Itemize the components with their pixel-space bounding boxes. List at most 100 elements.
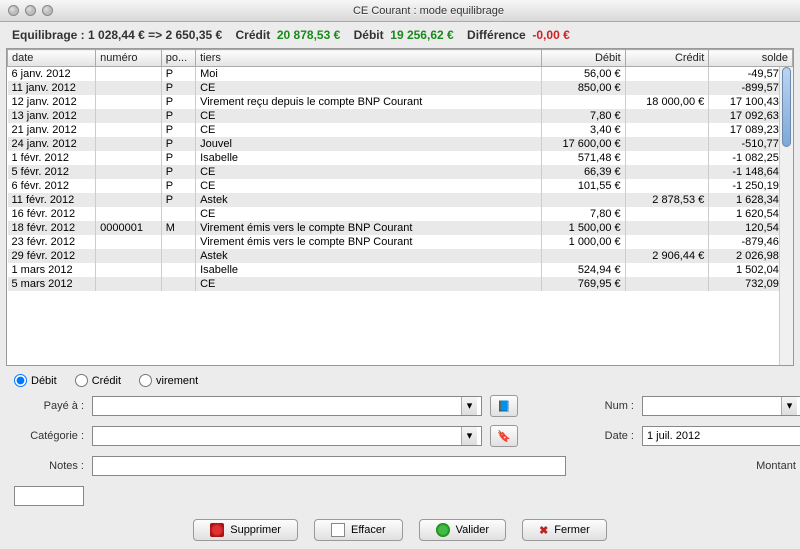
cell-numero <box>96 207 162 221</box>
cell-numero <box>96 263 162 277</box>
table-row[interactable]: 1 févr. 2012PIsabelle571,48 €-1 082,25 € <box>8 151 793 165</box>
cell-credit <box>625 137 709 151</box>
cell-debit: 571,48 € <box>542 151 626 165</box>
cell-credit <box>625 221 709 235</box>
transactions-table-wrap: date numéro po... tiers Débit Crédit sol… <box>6 48 794 366</box>
cell-po: P <box>161 81 195 95</box>
table-row[interactable]: 12 janv. 2012PVirement reçu depuis le co… <box>8 95 793 109</box>
fermer-button[interactable]: ✖Fermer <box>522 519 607 541</box>
cell-tiers: Astek <box>196 249 542 263</box>
col-po[interactable]: po... <box>161 50 195 67</box>
cell-po: P <box>161 165 195 179</box>
table-row[interactable]: 16 févr. 2012CE7,80 €1 620,54 € <box>8 207 793 221</box>
cell-tiers: Virement reçu depuis le compte BNP Coura… <box>196 95 542 109</box>
table-row[interactable]: 21 janv. 2012PCE3,40 €17 089,23 € <box>8 123 793 137</box>
cell-numero <box>96 277 162 291</box>
table-row[interactable]: 5 mars 2012CE769,95 €732,09 € <box>8 277 793 291</box>
montant-field[interactable] <box>14 486 84 506</box>
cell-tiers: Jouvel <box>196 137 542 151</box>
table-row[interactable]: 24 janv. 2012PJouvel17 600,00 €-510,77 € <box>8 137 793 151</box>
date-field[interactable] <box>642 426 800 446</box>
effacer-button[interactable]: Effacer <box>314 519 403 541</box>
cell-tiers: CE <box>196 277 542 291</box>
cell-date: 18 févr. 2012 <box>8 221 96 235</box>
traffic-lights <box>8 5 53 16</box>
equilibrage-to: 2 650,35 € <box>165 28 222 42</box>
cell-date: 21 janv. 2012 <box>8 123 96 137</box>
col-debit[interactable]: Débit <box>542 50 626 67</box>
cell-numero <box>96 95 162 109</box>
chevron-down-icon: ▾ <box>461 427 477 445</box>
chevron-down-icon: ▾ <box>781 397 797 415</box>
minimize-window-icon[interactable] <box>25 5 36 16</box>
check-icon <box>436 523 450 537</box>
cell-date: 1 mars 2012 <box>8 263 96 277</box>
trash-icon <box>210 523 224 537</box>
cell-numero <box>96 109 162 123</box>
table-row[interactable]: 6 févr. 2012PCE101,55 €-1 250,19 € <box>8 179 793 193</box>
cell-credit <box>625 109 709 123</box>
cell-debit: 17 600,00 € <box>542 137 626 151</box>
debit-value: 19 256,62 € <box>390 28 453 42</box>
valider-button[interactable]: Valider <box>419 519 506 541</box>
titlebar: CE Courant : mode equilibrage <box>0 0 800 22</box>
col-solde[interactable]: solde <box>709 50 793 67</box>
cell-date: 11 févr. 2012 <box>8 193 96 207</box>
cell-debit: 66,39 € <box>542 165 626 179</box>
book-icon-button[interactable]: 📘 <box>490 395 518 417</box>
zoom-window-icon[interactable] <box>42 5 53 16</box>
cell-debit: 7,80 € <box>542 207 626 221</box>
table-row[interactable]: 13 janv. 2012PCE7,80 €17 092,63 € <box>8 109 793 123</box>
cell-po <box>161 235 195 249</box>
cell-numero <box>96 81 162 95</box>
paye-label: Payé à : <box>14 400 84 412</box>
tag-icon-button[interactable]: 🔖 <box>490 425 518 447</box>
categorie-combo[interactable]: ▾ <box>92 426 482 446</box>
cell-credit: 2 878,53 € <box>625 193 709 207</box>
cell-credit <box>625 151 709 165</box>
transactions-table[interactable]: date numéro po... tiers Débit Crédit sol… <box>7 49 793 291</box>
table-row[interactable]: 6 janv. 2012PMoi56,00 €-49,57 € <box>8 67 793 82</box>
cell-po <box>161 277 195 291</box>
cell-po: P <box>161 67 195 82</box>
col-credit[interactable]: Crédit <box>625 50 709 67</box>
scrollbar-thumb[interactable] <box>782 67 791 147</box>
cell-numero <box>96 249 162 263</box>
cell-tiers: CE <box>196 109 542 123</box>
table-row[interactable]: 23 févr. 2012Virement émis vers le compt… <box>8 235 793 249</box>
table-row[interactable]: 11 févr. 2012PAstek2 878,53 €1 628,34 € <box>8 193 793 207</box>
cell-numero <box>96 235 162 249</box>
cell-date: 12 janv. 2012 <box>8 95 96 109</box>
table-row[interactable]: 5 févr. 2012PCE66,39 €-1 148,64 € <box>8 165 793 179</box>
cell-credit <box>625 207 709 221</box>
col-numero[interactable]: numéro <box>96 50 162 67</box>
cell-tiers: Isabelle <box>196 151 542 165</box>
num-combo[interactable]: ▾ <box>642 396 800 416</box>
paye-combo[interactable]: ▾ <box>92 396 482 416</box>
close-icon: ✖ <box>539 524 548 537</box>
categorie-label: Catégorie : <box>14 430 84 442</box>
cell-date: 5 févr. 2012 <box>8 165 96 179</box>
table-row[interactable]: 11 janv. 2012PCE850,00 €-899,57 € <box>8 81 793 95</box>
cell-numero: 0000001 <box>96 221 162 235</box>
cell-debit: 3,40 € <box>542 123 626 137</box>
vertical-scrollbar[interactable] <box>779 67 793 365</box>
cell-po: P <box>161 193 195 207</box>
close-window-icon[interactable] <box>8 5 19 16</box>
cell-numero <box>96 67 162 82</box>
table-row[interactable]: 18 févr. 20120000001MVirement émis vers … <box>8 221 793 235</box>
table-row[interactable]: 29 févr. 2012Astek2 906,44 €2 026,98 € <box>8 249 793 263</box>
cell-numero <box>96 137 162 151</box>
radio-debit[interactable]: Débit <box>14 374 57 387</box>
radio-virement[interactable]: virement <box>139 374 198 387</box>
cell-debit: 101,55 € <box>542 179 626 193</box>
radio-credit[interactable]: Crédit <box>75 374 121 387</box>
cell-numero <box>96 165 162 179</box>
col-date[interactable]: date <box>8 50 96 67</box>
table-row[interactable]: 1 mars 2012Isabelle524,94 €1 502,04 € <box>8 263 793 277</box>
col-tiers[interactable]: tiers <box>196 50 542 67</box>
notes-label: Notes : <box>14 460 84 472</box>
supprimer-button[interactable]: Supprimer <box>193 519 298 541</box>
notes-field[interactable] <box>92 456 566 476</box>
cell-tiers: Isabelle <box>196 263 542 277</box>
